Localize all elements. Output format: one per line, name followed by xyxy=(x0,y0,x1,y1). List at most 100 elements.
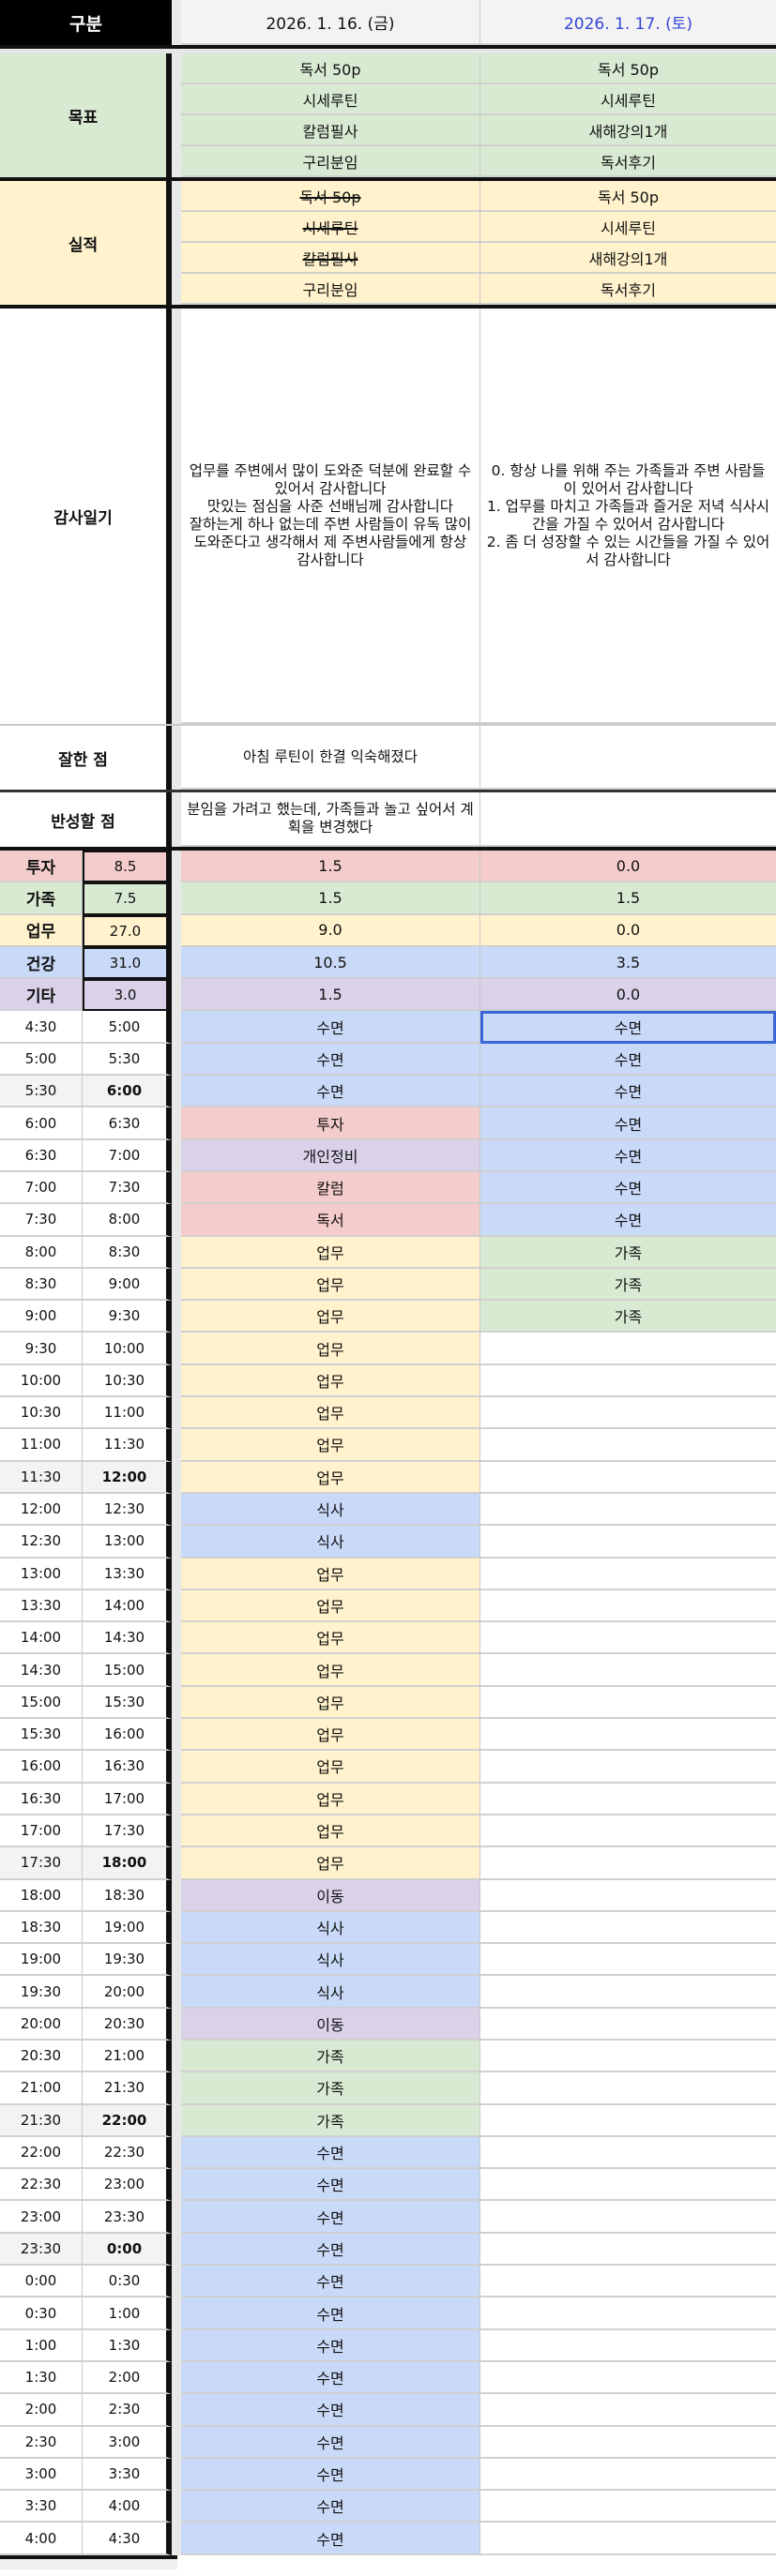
schedule-cell-day2[interactable] xyxy=(480,1590,776,1623)
schedule-cell-day2[interactable] xyxy=(480,1365,776,1398)
schedule-cell-day1[interactable]: 가족 xyxy=(181,2104,480,2137)
category-day2-hours[interactable]: 0.0 xyxy=(480,915,776,947)
schedule-cell-day2[interactable] xyxy=(480,2234,776,2267)
category-day2-hours[interactable]: 3.5 xyxy=(480,947,776,980)
schedule-cell-day1[interactable]: 수면 xyxy=(181,1076,480,1108)
results-cell-day2[interactable]: 독서후기 xyxy=(480,274,776,305)
goals-cell-day1[interactable]: 구리분임 xyxy=(181,146,480,177)
category-day2-hours[interactable]: 1.5 xyxy=(480,882,776,915)
schedule-cell-day2[interactable] xyxy=(480,2137,776,2170)
schedule-cell-day1[interactable]: 식사 xyxy=(181,1944,480,1977)
schedule-cell-day2[interactable] xyxy=(480,2459,776,2492)
schedule-cell-day2[interactable] xyxy=(480,1944,776,1977)
schedule-cell-day1[interactable]: 가족 xyxy=(181,2072,480,2105)
schedule-cell-day2[interactable] xyxy=(480,2297,776,2330)
goals-cell-day1[interactable]: 칼럼필사 xyxy=(181,115,480,146)
schedule-cell-day1[interactable]: 업무 xyxy=(181,1847,480,1880)
schedule-cell-day1[interactable]: 업무 xyxy=(181,1719,480,1752)
schedule-cell-day1[interactable]: 식사 xyxy=(181,1526,480,1559)
schedule-cell-day2[interactable] xyxy=(480,2362,776,2395)
category-day1-hours[interactable]: 1.5 xyxy=(181,851,480,883)
schedule-cell-day2[interactable] xyxy=(480,1559,776,1590)
schedule-cell-day2[interactable]: 수면 xyxy=(480,1171,776,1205)
schedule-cell-day2[interactable] xyxy=(480,1397,776,1430)
goals-cell-day1[interactable]: 독서 50p xyxy=(181,53,480,84)
schedule-cell-day2[interactable]: 수면 xyxy=(480,1139,776,1172)
schedule-cell-day2[interactable] xyxy=(480,1462,776,1494)
schedule-cell-day1[interactable]: 업무 xyxy=(181,1589,480,1623)
date-column-2[interactable]: 2026. 1. 17. (토) xyxy=(480,0,776,45)
schedule-cell-day1[interactable]: 업무 xyxy=(181,1654,480,1687)
schedule-cell-day1[interactable]: 업무 xyxy=(181,1783,480,1815)
results-cell-day1[interactable]: 시세루틴 xyxy=(181,212,480,243)
schedule-cell-day1[interactable]: 업무 xyxy=(181,1461,480,1494)
goals-cell-day2[interactable]: 독서 50p xyxy=(480,53,776,84)
schedule-cell-day2[interactable] xyxy=(480,1494,776,1527)
schedule-cell-day2[interactable] xyxy=(480,1815,776,1848)
schedule-cell-day1[interactable]: 수면 xyxy=(181,2297,480,2330)
schedule-cell-day1[interactable]: 투자 xyxy=(181,1107,480,1140)
schedule-cell-day1[interactable]: 이동 xyxy=(181,1879,480,1912)
goals-cell-day2[interactable]: 독서후기 xyxy=(480,146,776,177)
schedule-cell-day1[interactable]: 수면 xyxy=(181,2491,480,2523)
schedule-cell-day2[interactable] xyxy=(480,1880,776,1912)
schedule-cell-day1[interactable]: 수면 xyxy=(181,2266,480,2298)
schedule-cell-day2[interactable] xyxy=(480,2169,776,2202)
schedule-cell-day1[interactable]: 수면 xyxy=(181,1011,480,1044)
schedule-cell-day2[interactable]: 수면 xyxy=(480,1076,776,1108)
schedule-cell-day1[interactable]: 수면 xyxy=(181,2201,480,2234)
results-cell-day2[interactable]: 새해강의1개 xyxy=(480,243,776,274)
schedule-cell-day1[interactable]: 이동 xyxy=(181,2008,480,2041)
schedule-cell-day2[interactable] xyxy=(480,2330,776,2362)
category-day2-hours[interactable]: 0.0 xyxy=(480,979,776,1012)
results-cell-day1[interactable]: 구리분임 xyxy=(181,274,480,305)
category-day1-hours[interactable]: 1.5 xyxy=(181,979,480,1012)
schedule-cell-day2[interactable] xyxy=(480,2072,776,2105)
schedule-cell-day2[interactable] xyxy=(480,2394,776,2427)
schedule-cell-day1[interactable]: 업무 xyxy=(181,1397,480,1430)
schedule-cell-day1[interactable]: 업무 xyxy=(181,1751,480,1784)
schedule-cell-day2[interactable] xyxy=(480,1976,776,2009)
results-cell-day1[interactable]: 칼럼필사 xyxy=(181,243,480,274)
schedule-cell-day2[interactable]: 가족 xyxy=(480,1236,776,1269)
category-day2-hours[interactable]: 0.0 xyxy=(480,851,776,883)
goals-cell-day2[interactable]: 시세루틴 xyxy=(480,84,776,115)
schedule-cell-day1[interactable]: 수면 xyxy=(181,1043,480,1077)
gratitude-cell-day2[interactable]: 0. 항상 나를 위해 주는 가족들과 주변 사람들이 있어서 감사합니다 1.… xyxy=(480,309,776,724)
schedule-cell-day2[interactable] xyxy=(480,1751,776,1784)
schedule-cell-day2[interactable] xyxy=(480,1526,776,1559)
schedule-cell-day1[interactable]: 수면 xyxy=(181,2426,480,2459)
schedule-cell-day1[interactable]: 업무 xyxy=(181,1364,480,1398)
schedule-cell-day2[interactable]: 수면 xyxy=(480,1011,776,1044)
schedule-cell-day1[interactable]: 식사 xyxy=(181,1493,480,1527)
category-day1-hours[interactable]: 9.0 xyxy=(181,914,480,947)
reflection-cell-day1[interactable]: 분임을 가려고 했는데, 가족들과 놀고 싶어서 계획을 변경했다 xyxy=(181,792,480,847)
schedule-cell-day2[interactable] xyxy=(480,2523,776,2555)
schedule-cell-day2[interactable] xyxy=(480,1687,776,1720)
schedule-cell-day1[interactable]: 업무 xyxy=(181,1301,480,1333)
schedule-cell-day2[interactable] xyxy=(480,1429,776,1462)
schedule-cell-day1[interactable]: 칼럼 xyxy=(181,1171,480,1205)
schedule-cell-day2[interactable] xyxy=(480,1622,776,1655)
schedule-cell-day2[interactable]: 수면 xyxy=(480,1107,776,1140)
schedule-cell-day2[interactable] xyxy=(480,2105,776,2137)
schedule-cell-day1[interactable]: 업무 xyxy=(181,1622,480,1655)
gratitude-cell-day1[interactable]: 업무를 주변에서 많이 도와준 덕분에 완료할 수 있어서 감사합니다 맛있는 … xyxy=(181,309,480,724)
schedule-cell-day2[interactable] xyxy=(480,2009,776,2041)
schedule-cell-day2[interactable] xyxy=(480,1847,776,1880)
schedule-cell-day2[interactable]: 수면 xyxy=(480,1204,776,1237)
schedule-cell-day1[interactable]: 수면 xyxy=(181,2136,480,2170)
schedule-cell-day1[interactable]: 가족 xyxy=(181,2040,480,2073)
schedule-cell-day2[interactable] xyxy=(480,1784,776,1815)
good-point-cell-day1[interactable]: 아침 루틴이 한결 익숙해졌다 xyxy=(181,726,480,790)
schedule-cell-day1[interactable]: 수면 xyxy=(181,2361,480,2395)
schedule-cell-day2[interactable] xyxy=(480,2041,776,2073)
results-cell-day1[interactable]: 독서 50p xyxy=(181,181,480,212)
schedule-cell-day1[interactable]: 업무 xyxy=(181,1236,480,1269)
schedule-cell-day2[interactable] xyxy=(480,2491,776,2523)
schedule-cell-day2[interactable] xyxy=(480,1719,776,1752)
date-column-1[interactable]: 2026. 1. 16. (금) xyxy=(181,0,480,45)
good-point-cell-day2[interactable] xyxy=(480,726,776,790)
schedule-cell-day2[interactable] xyxy=(480,2201,776,2234)
schedule-cell-day1[interactable]: 업무 xyxy=(181,1333,480,1365)
